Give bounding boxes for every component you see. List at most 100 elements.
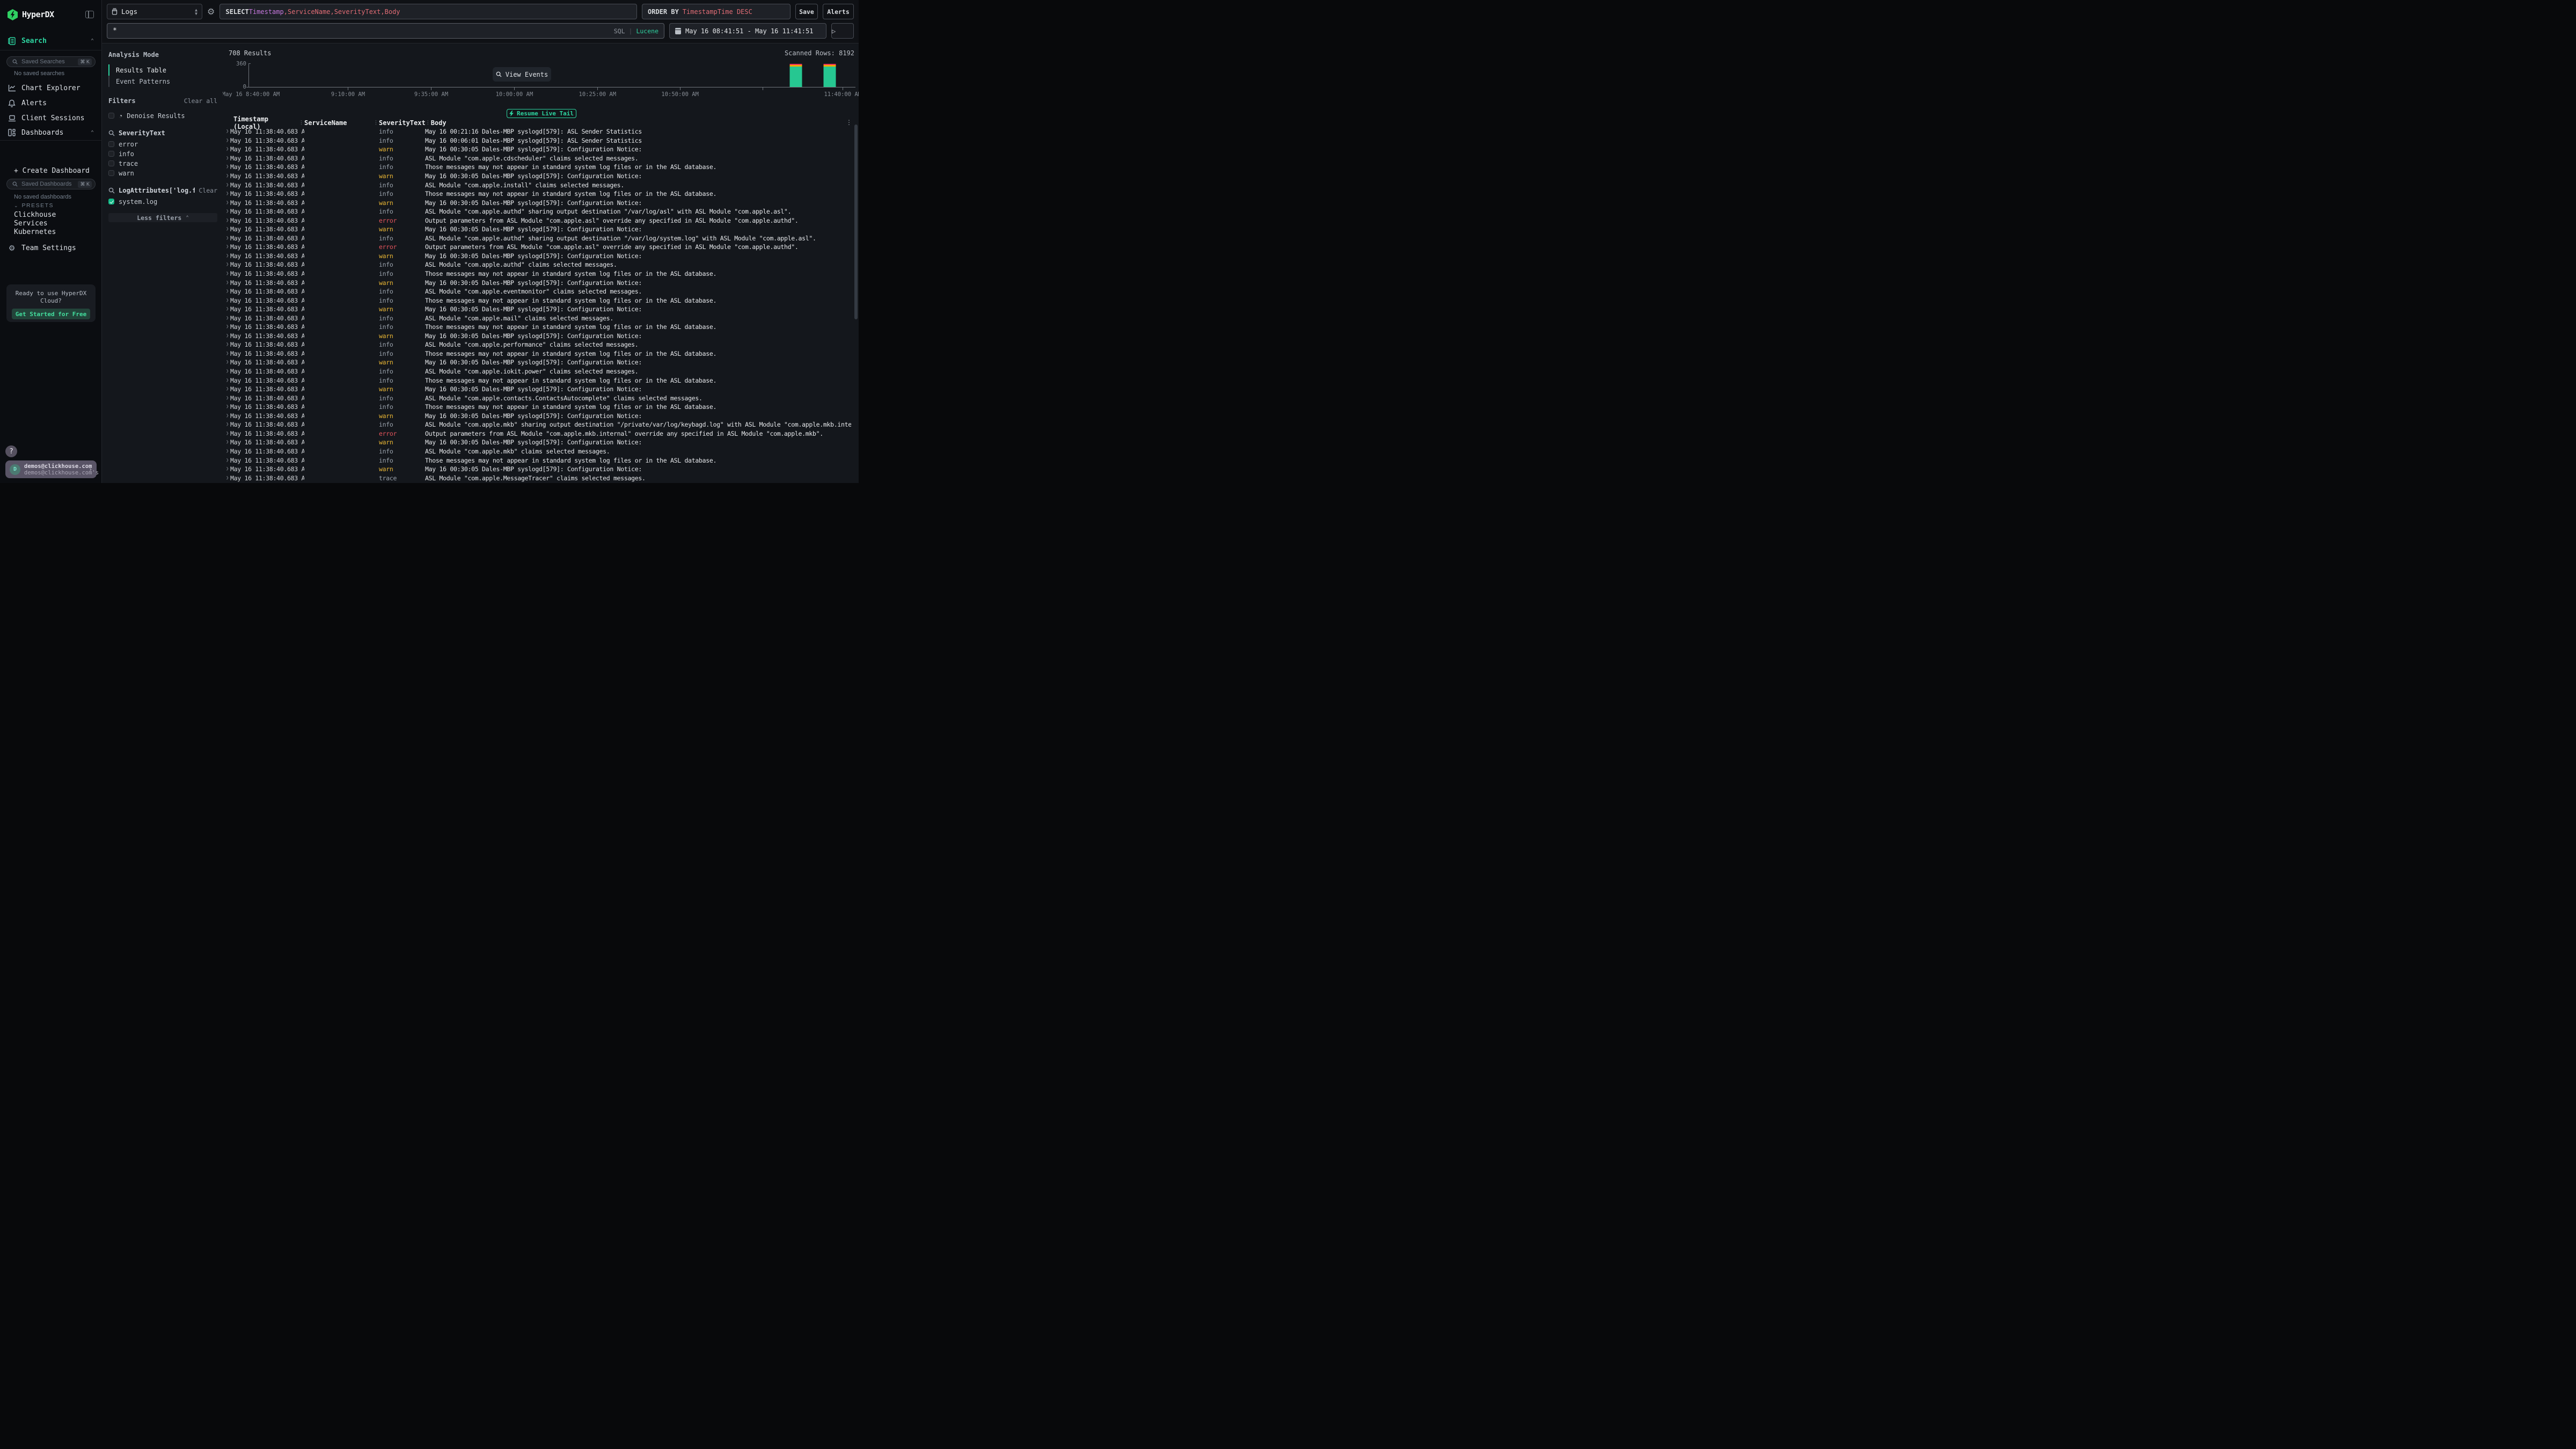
row-expand-icon[interactable]: ❯ [223,458,230,463]
language-toggle[interactable]: SQL | Lucene [614,24,658,38]
clear-all-button[interactable]: Clear all [184,97,217,105]
lang-lucene-option[interactable]: Lucene [636,27,658,35]
sidebar-item-client-sessions[interactable]: Client Sessions [0,111,101,125]
table-row[interactable]: ❯May 16 11:38:40.683 AMinfoASL Module "c… [223,393,851,402]
table-row[interactable]: ❯May 16 11:38:40.683 AMerrorOutput param… [223,429,851,438]
table-row[interactable]: ❯May 16 11:38:40.683 AMwarnMay 16 00:30:… [223,358,851,367]
table-row[interactable]: ❯May 16 11:38:40.683 AMinfoASL Module "c… [223,287,851,296]
source-select[interactable]: Logs ▲▼ [107,4,202,19]
row-expand-icon[interactable]: ❯ [223,422,230,427]
create-dashboard-button[interactable]: + Create Dashboard [0,164,101,178]
table-row[interactable]: ❯May 16 11:38:40.683 AMerrorOutput param… [223,216,851,225]
chevron-up-icon[interactable]: ⌃ [91,130,94,136]
row-expand-icon[interactable]: ❯ [223,386,230,392]
preset-kubernetes[interactable]: Kubernetes [0,228,101,236]
row-expand-icon[interactable]: ❯ [223,253,230,259]
table-row[interactable]: ❯May 16 11:38:40.683 AMtraceASL Module "… [223,473,851,482]
row-expand-icon[interactable]: ❯ [223,271,230,276]
column-header-servicename[interactable]: ServiceName [304,119,374,127]
table-row[interactable]: ❯May 16 11:38:40.683 AMwarnMay 16 00:30:… [223,225,851,234]
table-row[interactable]: ❯May 16 11:38:40.683 AMinfoMay 16 00:21:… [223,127,851,136]
table-row[interactable]: ❯May 16 11:38:40.683 AMwarnMay 16 00:30:… [223,465,851,474]
checkbox[interactable] [108,160,114,166]
lang-sql-option[interactable]: SQL [614,27,625,35]
table-row[interactable]: ❯May 16 11:38:40.683 AMwarnMay 16 00:30:… [223,252,851,261]
row-expand-icon[interactable]: ❯ [223,200,230,206]
table-row[interactable]: ❯May 16 11:38:40.683 AMinfoASL Module "c… [223,340,851,349]
row-expand-icon[interactable]: ❯ [223,236,230,241]
table-row[interactable]: ❯May 16 11:38:40.683 AMwarnMay 16 00:30:… [223,305,851,314]
table-row[interactable]: ❯May 16 11:38:40.683 AMinfoThose message… [223,402,851,412]
search-icon[interactable] [108,187,115,194]
alerts-button[interactable]: Alerts [823,4,854,19]
preset-clickhouse[interactable]: Clickhouse [0,210,101,219]
chevron-up-icon[interactable]: ⌃ [91,38,94,44]
table-row[interactable]: ❯May 16 11:38:40.683 AMwarnMay 16 00:30:… [223,412,851,421]
table-row[interactable]: ❯May 16 11:38:40.683 AMwarnMay 16 00:30:… [223,332,851,341]
select-columns-input[interactable]: SELECT Timestamp, ServiceName, SeverityT… [219,4,637,19]
user-menu[interactable]: D demos@clickhouse.com demos@clickhouse.… [5,460,97,478]
row-expand-icon[interactable]: ❯ [223,164,230,170]
row-expand-icon[interactable]: ❯ [223,475,230,481]
sidebar-item-alerts[interactable]: Alerts [0,96,101,110]
gear-icon[interactable]: ⚙ [207,6,215,17]
column-header-body[interactable]: Body [431,119,447,127]
table-row[interactable]: ❯May 16 11:38:40.683 AMinfoASL Module "c… [223,207,851,216]
column-resize-handle[interactable]: ⋮ [299,120,304,126]
sidebar-collapse-icon[interactable] [85,11,94,18]
table-row[interactable]: ❯May 16 11:38:40.683 AMinfoThose message… [223,376,851,385]
filter-option-system.log[interactable]: system.log [108,197,217,206]
table-row[interactable]: ❯May 16 11:38:40.683 AMinfoThose message… [223,349,851,358]
table-row[interactable]: ❯May 16 11:38:40.683 AMinfoThose message… [223,163,851,172]
less-filters-button[interactable]: Less filters ⌃ [108,213,217,222]
row-expand-icon[interactable]: ❯ [223,262,230,267]
row-expand-icon[interactable]: ❯ [223,404,230,409]
denoise-results-option[interactable]: ◔ Denoise Results [108,111,217,120]
logattr-clear-button[interactable]: Clear [199,187,217,194]
row-expand-icon[interactable]: ❯ [223,342,230,347]
denoise-checkbox[interactable] [108,113,114,119]
histogram-bar[interactable] [790,64,802,87]
row-expand-icon[interactable]: ❯ [223,449,230,454]
help-button[interactable]: ? [5,445,17,457]
preset-services[interactable]: Services [0,219,101,228]
row-expand-icon[interactable]: ❯ [223,147,230,152]
run-query-button[interactable]: ▷ [831,23,854,39]
filter-option-info[interactable]: info [108,149,217,158]
saved-dashboards-input[interactable]: Saved Dashboards ⌘ K [6,179,96,189]
row-expand-icon[interactable]: ❯ [223,226,230,232]
table-row[interactable]: ❯May 16 11:38:40.683 AMinfoASL Module "c… [223,420,851,429]
row-expand-icon[interactable]: ❯ [223,466,230,472]
row-expand-icon[interactable]: ❯ [223,360,230,365]
presets-section[interactable]: ⌄ PRESETS [0,202,101,209]
row-expand-icon[interactable]: ❯ [223,129,230,134]
row-expand-icon[interactable]: ❯ [223,369,230,374]
row-expand-icon[interactable]: ❯ [223,378,230,383]
table-row[interactable]: ❯May 16 11:38:40.683 AMwarnMay 16 00:30:… [223,145,851,154]
table-row[interactable]: ❯May 16 11:38:40.683 AMinfoASL Module "c… [223,447,851,456]
sidebar-item-search[interactable]: Search ⌃ [0,34,101,48]
table-row[interactable]: ❯May 16 11:38:40.683 AMinfoASL Module "c… [223,367,851,376]
row-expand-icon[interactable]: ❯ [223,431,230,436]
save-button[interactable]: Save [795,4,818,19]
saved-searches-input[interactable]: Saved Searches ⌘ K [6,56,96,67]
column-resize-handle[interactable]: ⋮ [426,120,431,126]
table-row[interactable]: ❯May 16 11:38:40.683 AMinfoThose message… [223,456,851,465]
table-row[interactable]: ❯May 16 11:38:40.683 AMwarnMay 16 00:30:… [223,278,851,287]
row-expand-icon[interactable]: ❯ [223,156,230,161]
table-row[interactable]: ❯May 16 11:38:40.683 AMerrorOutput param… [223,243,851,252]
row-expand-icon[interactable]: ❯ [223,138,230,143]
sidebar-item-chart-explorer[interactable]: Chart Explorer [0,81,101,95]
table-row[interactable]: ❯May 16 11:38:40.683 AMwarnMay 16 00:30:… [223,438,851,447]
row-expand-icon[interactable]: ❯ [223,324,230,330]
table-row[interactable]: ❯May 16 11:38:40.683 AMinfoThose message… [223,323,851,332]
row-expand-icon[interactable]: ❯ [223,440,230,445]
checkbox[interactable] [108,170,114,176]
row-expand-icon[interactable]: ❯ [223,333,230,339]
table-row[interactable]: ❯May 16 11:38:40.683 AMinfoMay 16 00:06:… [223,136,851,145]
table-row[interactable]: ❯May 16 11:38:40.683 AMinfoASL Module "c… [223,313,851,323]
analysis-mode-event-patterns[interactable]: Event Patterns [108,76,217,87]
row-expand-icon[interactable]: ❯ [223,289,230,294]
row-expand-icon[interactable]: ❯ [223,182,230,188]
row-expand-icon[interactable]: ❯ [223,244,230,250]
